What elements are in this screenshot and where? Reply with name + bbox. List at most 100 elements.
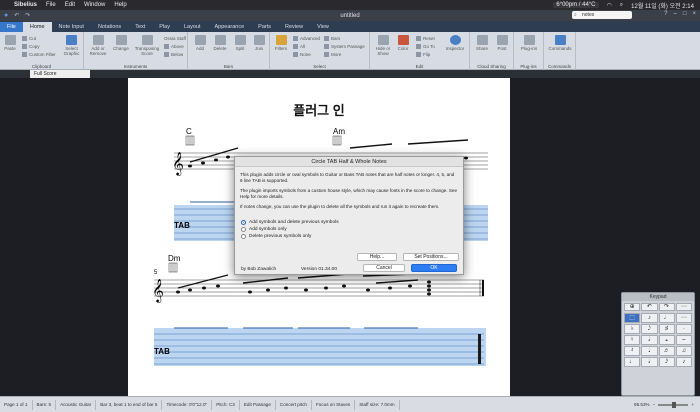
keypad-key[interactable]: 𝅗𝅥 [641, 335, 658, 345]
commands-button[interactable]: Commands [546, 35, 574, 51]
keypad-key[interactable]: ♪ [675, 357, 692, 367]
select-graphic-button[interactable]: Select Graphic [61, 35, 82, 56]
tab-home[interactable]: Home [22, 22, 52, 32]
tab-notations[interactable]: Notations [91, 22, 128, 32]
system-passage-button[interactable]: System Passage [324, 44, 365, 50]
menubar-clock[interactable]: 12월 11일 (화) 오전 2:14 [631, 1, 694, 10]
ossia-above-button[interactable]: Above [164, 44, 184, 50]
filters-button[interactable]: Filters [273, 35, 289, 51]
radio-icon[interactable] [241, 234, 246, 239]
add-remove-instruments-button[interactable]: Add or Remove [87, 35, 109, 56]
radio-add-and-delete[interactable]: Add symbols and delete previous symbols [241, 219, 463, 226]
dialog-title[interactable]: Circle TAB Half & Whole Notes [235, 157, 463, 167]
help-button[interactable]: Help... [357, 253, 397, 261]
keypad-key[interactable]: ♭ [624, 324, 641, 334]
custom-filter-button[interactable]: Custom Filter [22, 52, 56, 58]
keypad-panel[interactable]: Keypad ⊕ ↶ ↷ ⋯ ⬚ ♪ ♩ ⋯ ♭ 𝅘𝅥𝅮 ♯ · ♮ 𝅗𝅥 𝅝 … [621, 292, 695, 396]
reset-button[interactable]: Reset [416, 36, 435, 42]
tab-view[interactable]: View [310, 22, 336, 32]
split-bar-button[interactable]: Split [232, 35, 248, 51]
share-button[interactable]: Share [473, 35, 491, 51]
goto-button[interactable]: Go To [416, 44, 435, 50]
menu-help[interactable]: Help [114, 2, 126, 8]
tab-parts[interactable]: Parts [251, 22, 278, 32]
keypad-key[interactable]: · [675, 324, 692, 334]
keypad-key[interactable]: ⋯ [675, 313, 692, 323]
keypad-key[interactable]: ♮ [624, 335, 641, 345]
plugins-button[interactable]: Plug-ins [517, 35, 541, 51]
keypad-key[interactable]: ♩ [658, 313, 675, 323]
transposing-score-button[interactable]: Transposing Score [133, 35, 161, 56]
keypad-key[interactable]: 𝄽 [624, 346, 641, 356]
status-concert-pitch[interactable]: Concert pitch [276, 399, 312, 410]
tab-note-input[interactable]: Note Input [52, 22, 91, 32]
keypad-key[interactable]: ♬ [658, 346, 675, 356]
set-positions-button[interactable]: Set Positions... [403, 253, 459, 261]
menu-edit[interactable]: Edit [65, 2, 75, 8]
keypad-key[interactable]: ⌢ [675, 335, 692, 345]
hide-show-button[interactable]: Hide or Show [373, 35, 393, 56]
keypad-key[interactable]: ♫ [675, 346, 692, 356]
post-button[interactable]: Post [493, 35, 511, 51]
keypad-key[interactable]: ♩ [624, 357, 641, 367]
join-bar-button[interactable]: Join [251, 35, 267, 51]
help-icon[interactable]: ? [664, 11, 667, 17]
select-none-button[interactable]: None [293, 52, 311, 58]
zoom-in-icon[interactable]: + [691, 402, 694, 407]
spotlight-icon[interactable]: ⌕ [620, 2, 623, 9]
maximize-icon[interactable]: □ [683, 11, 687, 17]
minimize-icon[interactable]: – [674, 11, 677, 17]
change-instrument-button[interactable]: Change [111, 35, 131, 51]
radio-delete-only[interactable]: Delete previous symbols only [241, 233, 463, 240]
select-advanced-button[interactable]: Advanced [293, 36, 320, 42]
keypad-key[interactable]: 𝅘𝅥 [641, 346, 658, 356]
menu-window[interactable]: Window [84, 2, 105, 8]
tab-layout[interactable]: Layout [177, 22, 208, 32]
copy-button[interactable]: Copy [22, 44, 40, 50]
radio-icon[interactable] [241, 227, 246, 232]
tab-review[interactable]: Review [278, 22, 310, 32]
keypad-title[interactable]: Keypad [622, 293, 694, 301]
ossia-staff-button[interactable]: Ossia Staff [164, 36, 186, 41]
keypad-more-button[interactable]: ⋯ [675, 303, 692, 311]
radio-add-only[interactable]: Add symbols only [241, 226, 463, 233]
tab-appearance[interactable]: Appearance [208, 22, 252, 32]
delete-bar-button[interactable]: Delete [211, 35, 229, 51]
ossia-below-button[interactable]: Below [164, 52, 183, 58]
keypad-key[interactable]: 𝅗𝅥 [641, 357, 658, 367]
flip-button[interactable]: Flip [416, 52, 430, 58]
select-more-button[interactable]: More [324, 52, 341, 58]
cancel-button[interactable]: Cancel [363, 264, 405, 272]
keypad-key[interactable]: ♯ [658, 324, 675, 334]
tab-full-score[interactable]: Full Score [30, 70, 90, 78]
select-all-button[interactable]: All [293, 44, 305, 50]
zoom-slider[interactable] [658, 401, 689, 408]
keypad-redo-button[interactable]: ↷ [658, 303, 675, 311]
select-bars-button[interactable]: Bars [324, 36, 340, 42]
command-search-input[interactable]: ⌕ notes [572, 11, 632, 19]
cut-button[interactable]: Cut [22, 36, 36, 42]
menu-file[interactable]: File [46, 2, 56, 8]
add-bar-button[interactable]: Add [192, 35, 208, 51]
keypad-undo-button[interactable]: ↶ [641, 303, 658, 311]
tab-file[interactable]: File [0, 22, 23, 32]
inspector-button[interactable]: Inspector [444, 35, 466, 51]
wifi-icon[interactable]: ◠ [607, 2, 612, 9]
paste-button[interactable]: Paste [3, 35, 17, 51]
keypad-key[interactable]: 𝅝 [658, 335, 675, 345]
color-button[interactable]: Color [395, 35, 411, 51]
tab-text[interactable]: Text [128, 22, 152, 32]
keypad-key[interactable]: ⬚ [624, 313, 641, 323]
weather-status[interactable]: 6°00pm / 44°C [553, 2, 599, 8]
keypad-layout-button[interactable]: ⊕ [624, 303, 641, 311]
radio-selected-icon[interactable] [241, 220, 246, 225]
keypad-key[interactable]: 𝅘𝅥𝅮 [641, 324, 658, 334]
tab-play[interactable]: Play [152, 22, 177, 32]
ok-button[interactable]: OK [411, 264, 457, 272]
zoom-slider-knob[interactable] [672, 401, 677, 408]
keypad-key[interactable]: 𝅘𝅥𝅯 [658, 357, 675, 367]
keypad-key[interactable]: ♪ [641, 313, 658, 323]
close-icon[interactable]: × [692, 11, 696, 17]
zoom-out-icon[interactable]: − [653, 402, 656, 407]
status-focus-staves[interactable]: Focus on Staves [312, 399, 356, 410]
